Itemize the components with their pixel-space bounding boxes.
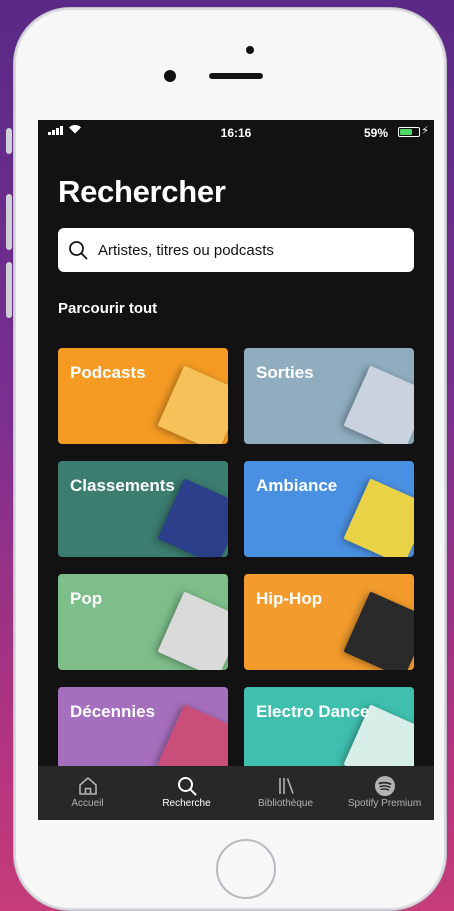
library-icon <box>275 774 297 798</box>
page-title: Rechercher <box>58 174 226 209</box>
volume-down-button <box>6 262 12 318</box>
battery-percent: 59% <box>363 126 388 140</box>
tab-accueil[interactable]: Accueil <box>38 766 137 820</box>
mute-switch <box>6 128 12 154</box>
tab-label: Recherche <box>162 798 211 809</box>
volume-up-button <box>6 194 12 250</box>
spotify-icon <box>374 774 396 798</box>
tab-recherche[interactable]: Recherche <box>137 766 236 820</box>
card-label: Ambiance <box>256 476 338 495</box>
category-card-ambiance[interactable]: Ambiance <box>244 461 414 557</box>
search-icon <box>176 774 198 798</box>
card-label: Electro Dance <box>256 702 370 721</box>
tab-label: Spotify Premium <box>347 798 422 809</box>
battery-icon <box>398 127 420 137</box>
section-title: Parcourir tout <box>58 300 158 317</box>
card-label: Classements <box>70 476 175 495</box>
proximity-sensor <box>246 46 254 54</box>
category-card-sorties[interactable]: Sorties <box>244 348 414 444</box>
app-screen: 16:16 59% ⚡ Rechercher Parcourir tout Po… <box>38 120 434 820</box>
charging-icon: ⚡ <box>421 125 429 137</box>
front-camera <box>164 70 176 82</box>
category-card-hip-hop[interactable]: Hip-Hop <box>244 574 414 670</box>
tab-bibliotheque[interactable]: Bibliothèque <box>236 766 335 820</box>
tab-spotify-premium[interactable]: Spotify Premium <box>335 766 434 820</box>
bottom-tab-bar: Accueil Recherche Bibliothèque Spotify P… <box>38 766 434 820</box>
card-label: Pop <box>70 589 103 608</box>
card-label: Sorties <box>256 363 314 382</box>
card-label: Hip-Hop <box>256 589 323 608</box>
card-label: Podcasts <box>70 363 146 382</box>
category-card-podcasts[interactable]: Podcasts <box>58 348 228 444</box>
card-label: Décennies <box>70 702 156 721</box>
earpiece-speaker <box>209 73 263 79</box>
search-bar[interactable] <box>58 228 414 272</box>
home-button[interactable] <box>216 839 276 899</box>
category-card-classements[interactable]: Classements <box>58 461 228 557</box>
status-bar: 16:16 59% ⚡ <box>38 120 434 144</box>
search-icon <box>58 240 98 260</box>
tab-label: Bibliothèque <box>257 798 314 809</box>
home-icon <box>77 774 99 798</box>
search-input[interactable] <box>98 241 398 259</box>
category-card-pop[interactable]: Pop <box>58 574 228 670</box>
tab-label: Accueil <box>71 798 104 809</box>
